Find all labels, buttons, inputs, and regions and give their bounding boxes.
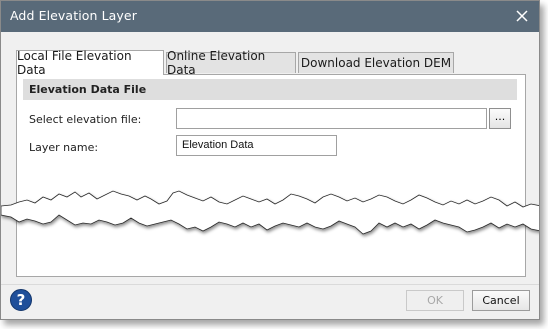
add-elevation-layer-dialog: Add Elevation Layer Local File Elevation… bbox=[0, 0, 540, 320]
ok-button[interactable]: OK bbox=[406, 290, 464, 311]
tab-label: Local File Elevation Data bbox=[17, 49, 132, 77]
footer-divider bbox=[1, 284, 539, 285]
cancel-button-label: Cancel bbox=[482, 294, 520, 307]
cancel-button[interactable]: Cancel bbox=[472, 290, 530, 311]
ok-button-label: OK bbox=[427, 294, 443, 307]
tab-local-file-elevation-data[interactable]: Local File Elevation Data bbox=[16, 49, 164, 77]
help-icon: ? bbox=[16, 291, 26, 309]
help-button[interactable]: ? bbox=[10, 289, 32, 311]
